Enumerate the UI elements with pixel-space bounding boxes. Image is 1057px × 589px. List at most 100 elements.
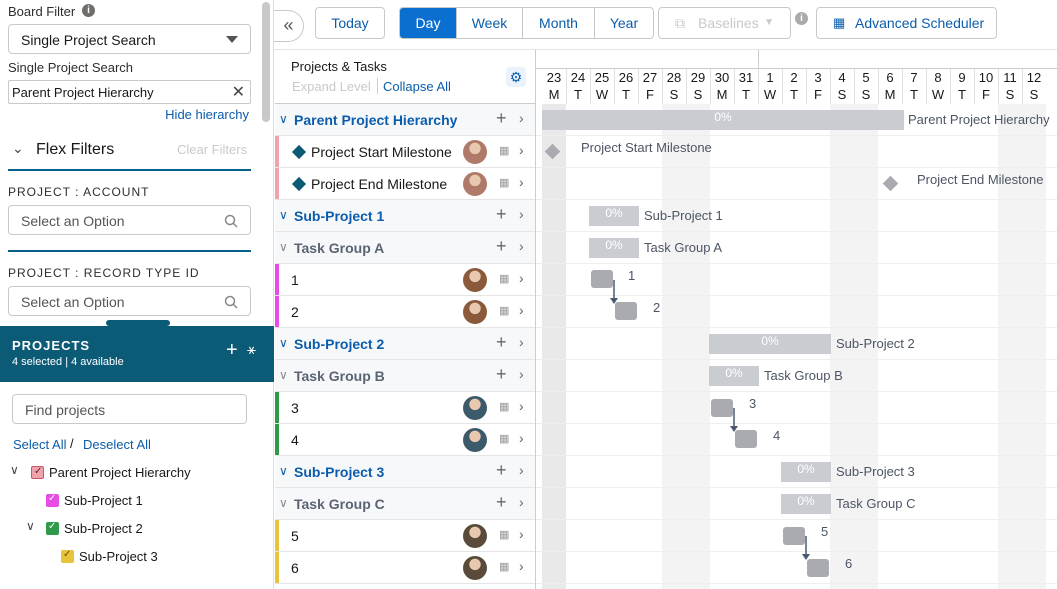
chevron-right-icon[interactable]: › [519,110,524,126]
chevron-down-icon[interactable]: ∨ [279,368,288,382]
add-icon[interactable]: + [496,492,507,513]
add-icon[interactable]: + [496,364,507,385]
chevron-down-icon[interactable]: ∨ [279,496,288,510]
avatar[interactable] [463,268,487,292]
add-icon[interactable]: + [496,108,507,129]
add-icon[interactable]: + [496,204,507,225]
chevron-right-icon[interactable]: › [519,334,524,350]
today-button[interactable]: Today [315,7,385,39]
clear-icon[interactable]: ✕ [232,82,245,102]
account-filter-input[interactable]: Select an Option [8,205,251,235]
calendar-icon[interactable]: ▦ [499,176,509,189]
tree-item-label[interactable]: Parent Project Hierarchy [49,465,191,480]
tree-checkbox[interactable]: ✓ [61,549,74,563]
info-icon[interactable]: i [82,4,95,17]
calendar-icon[interactable]: ▦ [499,560,509,573]
scrollbar[interactable] [262,2,270,122]
single-project-search-input[interactable]: Parent Project Hierarchy ✕ [8,80,251,104]
chevron-down-icon[interactable]: ∨ [279,464,288,478]
chevron-right-icon[interactable]: › [519,494,524,510]
grid-row[interactable]: 6 ▦ › [275,552,535,584]
calendar-icon[interactable]: ▦ [499,144,509,157]
chevron-right-icon[interactable]: › [519,142,524,158]
chevron-right-icon[interactable]: › [519,398,524,414]
chevron-right-icon[interactable]: › [519,302,524,318]
grid-row[interactable]: Project Start Milestone ▦ › [275,136,535,168]
calendar-icon[interactable]: ▦ [499,528,509,541]
chevron-down-icon[interactable]: ∨ [279,208,288,222]
grid-row[interactable]: 1 ▦ › [275,264,535,296]
board-filter-select[interactable]: Single Project Search [8,24,251,54]
chevron-right-icon[interactable]: › [519,206,524,222]
grid-row[interactable]: 4 ▦ › [275,424,535,456]
view-month-button[interactable]: Month [523,8,595,38]
chevron-down-icon[interactable]: ⌄ [12,140,24,157]
grid-row[interactable]: ∨ Task Group A + › [275,232,535,264]
grid-row[interactable]: ∨ Task Group B + › [275,360,535,392]
view-day-button[interactable]: Day [400,8,457,38]
avatar[interactable] [463,524,487,548]
weekday-letter: T [742,87,750,102]
row-label: Project End Milestone [311,176,448,192]
avatar[interactable] [463,300,487,324]
view-week-button[interactable]: Week [457,8,523,38]
chevron-right-icon[interactable]: › [519,270,524,286]
advanced-scheduler-button[interactable]: ▦ Advanced Scheduler [816,7,997,39]
grid-row[interactable]: Project End Milestone ▦ › [275,168,535,200]
grid-row[interactable]: ∨ Sub-Project 3 + › [275,456,535,488]
chevron-right-icon[interactable]: › [519,238,524,254]
chevron-down-icon[interactable]: ∨ [279,336,288,350]
avatar[interactable] [463,172,487,196]
select-all-link[interactable]: Select All [13,437,66,452]
chevron-down-icon[interactable]: ∨ [279,112,288,126]
tree-item-label[interactable]: Sub-Project 2 [64,521,143,536]
find-projects-input[interactable]: Find projects [12,394,247,424]
tree-checkbox[interactable]: ✓ [31,466,44,479]
chevron-down-icon[interactable]: ∨ [26,519,35,533]
calendar-icon[interactable]: ▦ [499,304,509,317]
avatar[interactable] [463,396,487,420]
grid-row[interactable]: ∨ Task Group C + › [275,488,535,520]
grid-row[interactable]: 3 ▦ › [275,392,535,424]
chevron-right-icon[interactable]: › [519,174,524,190]
expand-level-button[interactable]: Expand Level [292,79,371,94]
grid-row[interactable]: ∨ Sub-Project 1 + › [275,200,535,232]
grid-row[interactable]: 5 ▦ › [275,520,535,552]
grid-row[interactable]: ∨ Sub-Project 2 + › [275,328,535,360]
hide-hierarchy-link[interactable]: Hide hierarchy [165,107,249,122]
collapse-all-button[interactable]: Collapse All [383,79,451,94]
tree-checkbox[interactable]: ✓ [46,493,59,507]
row-label: 6 [291,560,299,576]
add-icon[interactable]: + [496,236,507,257]
add-icon[interactable]: + [226,340,238,360]
chevron-right-icon[interactable]: › [519,366,524,382]
calendar-icon[interactable]: ▦ [499,272,509,285]
settings-gear-icon[interactable]: ⚙ [506,67,526,87]
add-icon[interactable]: + [496,332,507,353]
chevron-right-icon[interactable]: › [519,558,524,574]
view-year-button[interactable]: Year [595,8,653,38]
grid-row[interactable]: 2 ▦ › [275,296,535,328]
calendar-icon[interactable]: ▦ [499,432,509,445]
calendar-icon[interactable]: ▦ [499,400,509,413]
chevron-down-icon[interactable]: ∨ [279,240,288,254]
avatar[interactable] [463,428,487,452]
chevron-down-icon[interactable]: ∨ [10,463,19,477]
view-switcher: Day Week Month Year [399,7,654,39]
magic-wand-icon[interactable]: ⚹ [247,341,256,358]
grid-row[interactable]: ∨ Parent Project Hierarchy + › [275,104,535,136]
tree-item-label[interactable]: Sub-Project 3 [79,549,158,564]
avatar[interactable] [463,556,487,580]
info-icon[interactable]: i [795,12,808,25]
tree-item-label[interactable]: Sub-Project 1 [64,493,143,508]
chevron-right-icon[interactable]: › [519,526,524,542]
deselect-all-link[interactable]: Deselect All [83,437,151,452]
chevron-right-icon[interactable]: › [519,462,524,478]
tree-checkbox[interactable]: ✓ [46,521,59,535]
add-icon[interactable]: + [496,460,507,481]
avatar[interactable] [463,140,487,164]
clear-filters-button[interactable]: Clear Filters [177,142,247,157]
baselines-button[interactable]: ⧉ Baselines ▼ [658,7,791,39]
recordtype-filter-input[interactable]: Select an Option [8,286,251,316]
chevron-right-icon[interactable]: › [519,430,524,446]
